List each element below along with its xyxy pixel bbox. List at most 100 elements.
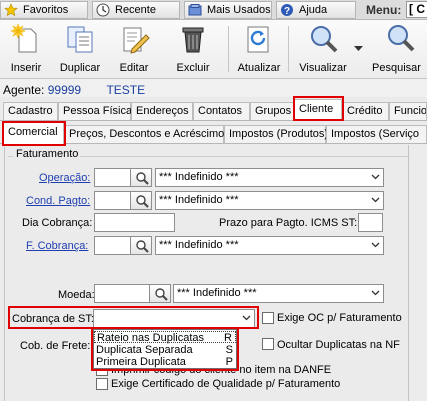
duplicate-icon <box>67 26 93 53</box>
agent-label: Agente: <box>3 83 45 97</box>
option-label: Primeira Duplicata <box>96 356 186 368</box>
duplicar-label: Duplicar <box>59 62 101 74</box>
editar-button[interactable]: Editar <box>108 20 160 78</box>
inserir-label: Inserir <box>10 62 42 74</box>
f-cobranca-select[interactable]: *** Indefinido *** <box>155 236 384 255</box>
tab-pessoa-fisica[interactable]: Pessoa Física <box>58 102 132 120</box>
exige-oc-checkbox[interactable] <box>262 312 274 324</box>
dia-cobranca-label: Dia Cobrança: <box>22 217 93 229</box>
cob-frete-label: Cob. de Frete: <box>20 340 91 352</box>
tab-favoritos[interactable]: Favoritos <box>0 1 88 19</box>
folder-stack-icon <box>188 4 202 16</box>
tab-enderecos[interactable]: Endereços <box>131 102 193 120</box>
operacao-link[interactable]: Operação: <box>39 172 90 184</box>
main-tabs: Cadastro Pessoa Física Endereços Contato… <box>0 99 427 121</box>
cond-pagto-link[interactable]: Cond. Pagto: <box>26 195 90 207</box>
moeda-label: Moeda: <box>58 289 95 301</box>
dropdown-option-rateio[interactable]: Rateio nas Duplicatas R <box>94 331 236 344</box>
agent-line: Agente: 99999 TESTE <box>0 79 427 97</box>
tab-impostos-servicos[interactable]: Impostos (Serviço <box>326 125 427 143</box>
cond-pagto-select[interactable]: *** Indefinido *** <box>155 191 384 210</box>
exige-oc-label: Exige OC p/ Faturamento <box>277 312 402 324</box>
dropdown-option-primeira-duplicata[interactable]: Primeira Duplicata P <box>94 356 236 368</box>
magnifier-document-icon <box>311 26 338 53</box>
f-cobranca-code-input[interactable] <box>94 236 131 255</box>
tab-cliente[interactable]: Cliente <box>294 99 342 121</box>
search-icon <box>388 25 415 52</box>
group-title: Faturamento <box>14 148 81 160</box>
chevron-down-icon <box>371 197 380 203</box>
f-cobranca-link[interactable]: F. Cobrança: <box>26 240 88 252</box>
excluir-label: Excluir <box>176 62 210 74</box>
inserir-button[interactable]: Inserir <box>0 20 52 78</box>
toolbar: Inserir Duplicar Editar Excluir Atualiza… <box>0 20 427 79</box>
tab-credito[interactable]: Crédito <box>342 102 389 120</box>
pesquisar-label: Pesquisar <box>372 62 421 74</box>
lookup-search-icon <box>136 195 149 208</box>
menu-input[interactable]: [ C <box>406 1 427 18</box>
cond-pagto-lookup-button[interactable] <box>130 191 152 210</box>
tab-favoritos-label: Favoritos <box>23 4 69 16</box>
refresh-icon <box>247 26 269 53</box>
operacao-select[interactable]: *** Indefinido *** <box>155 168 384 187</box>
moeda-code-input[interactable] <box>94 284 150 303</box>
pesquisar-button[interactable]: Pesquisar <box>366 20 427 78</box>
chevron-down-icon <box>371 290 380 296</box>
cond-pagto-select-value: *** Indefinido *** <box>159 194 239 206</box>
lookup-search-icon <box>136 240 149 253</box>
moeda-select[interactable]: *** Indefinido *** <box>173 284 384 303</box>
help-icon: ? <box>281 4 293 17</box>
cond-pagto-code-input[interactable] <box>94 191 131 210</box>
cobranca-st-select[interactable] <box>93 309 255 328</box>
lookup-search-icon <box>136 172 149 185</box>
exige-certificado-label: Exige Certificado de Qualidade p/ Fatura… <box>111 378 341 390</box>
visualizar-button[interactable]: Visualizar <box>292 20 354 78</box>
operacao-code-input[interactable] <box>94 168 131 187</box>
tab-mais-usados[interactable]: Mais Usados <box>184 1 272 19</box>
star-icon <box>4 3 18 17</box>
f-cobranca-lookup-button[interactable] <box>130 236 152 255</box>
excluir-button[interactable]: Excluir <box>164 20 222 78</box>
atualizar-label: Atualizar <box>237 62 281 74</box>
ocultar-duplicatas-checkbox[interactable] <box>262 338 274 350</box>
prazo-icms-label: Prazo para Pagto. ICMS ST: <box>219 217 358 229</box>
duplicar-button[interactable]: Duplicar <box>54 20 106 78</box>
exige-certificado-checkbox[interactable] <box>96 378 108 390</box>
operacao-select-value: *** Indefinido *** <box>159 171 239 183</box>
sub-tabs: Comercial Preços, Descontos e Acréscimos… <box>0 122 427 144</box>
chevron-down-icon <box>371 242 380 248</box>
vertical-scrollbar[interactable] <box>410 145 427 401</box>
tab-impostos-produtos[interactable]: Impostos (Produtos) <box>224 125 328 143</box>
cobranca-st-dropdown-list: Rateio nas Duplicatas R Duplicata Separad… <box>93 329 237 369</box>
lookup-search-icon <box>155 288 168 301</box>
cobranca-st-label: Cobrança de ST: <box>12 313 94 325</box>
option-code: R <box>224 332 232 344</box>
new-document-icon <box>11 24 37 53</box>
visualizar-dropdown-arrow-icon[interactable] <box>354 46 363 52</box>
tab-comercial[interactable]: Comercial <box>3 122 64 144</box>
toolbar-separator <box>288 26 289 72</box>
moeda-lookup-button[interactable] <box>149 284 171 303</box>
agent-name: TESTE <box>106 83 146 97</box>
editar-label: Editar <box>119 62 149 74</box>
operacao-lookup-button[interactable] <box>130 168 152 187</box>
dia-cobranca-input[interactable] <box>94 213 175 232</box>
tab-grupos[interactable]: Grupos <box>250 102 294 120</box>
tab-recente[interactable]: Recente <box>92 1 180 19</box>
tab-mais-usados-label: Mais Usados <box>207 4 271 16</box>
ocultar-duplicatas-label: Ocultar Duplicatas na NF <box>277 339 400 351</box>
option-label: Rateio nas Duplicatas <box>97 332 205 344</box>
prazo-icms-input[interactable] <box>358 213 383 232</box>
tab-funcionarios[interactable]: Funcior <box>389 102 427 120</box>
visualizar-label: Visualizar <box>299 62 347 74</box>
tab-cadastro[interactable]: Cadastro <box>3 102 58 120</box>
atualizar-button[interactable]: Atualizar <box>234 20 284 78</box>
tab-ajuda[interactable]: ? Ajuda <box>276 1 356 19</box>
dropdown-option-duplicata-separada[interactable]: Duplicata Separada S <box>94 344 236 356</box>
tab-ajuda-label: Ajuda <box>299 4 328 16</box>
toolbar-separator <box>228 26 229 72</box>
top-navigation-bar: Favoritos Recente Mais Usados ? Ajuda Me… <box>0 0 427 20</box>
agent-code: 99999 <box>47 83 82 97</box>
tab-precos-descontos[interactable]: Preços, Descontos e Acréscimos <box>64 125 230 143</box>
tab-contatos[interactable]: Contatos <box>193 102 250 120</box>
